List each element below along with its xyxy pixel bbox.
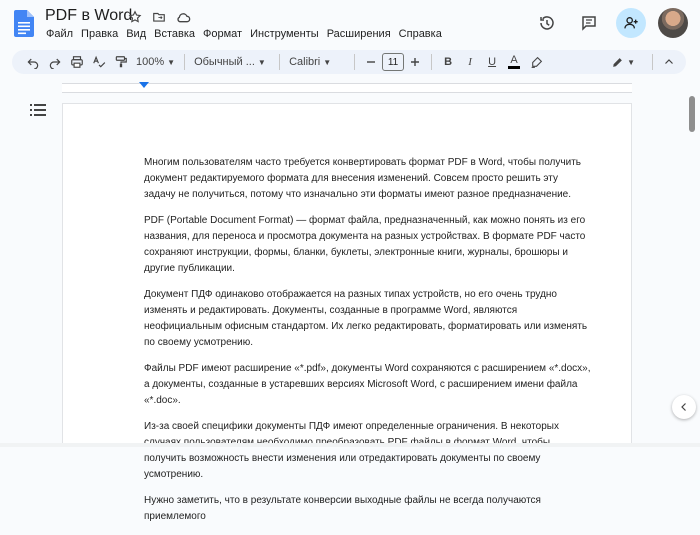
caret-down-icon: ▼	[167, 58, 175, 67]
italic-button[interactable]: I	[459, 51, 481, 73]
menu-view[interactable]: Вид	[122, 27, 150, 41]
ruler-area	[0, 78, 686, 98]
chevron-left-icon[interactable]	[672, 395, 696, 419]
scrollbar-thumb[interactable]	[689, 96, 695, 132]
highlight-icon[interactable]	[525, 51, 547, 73]
paragraph[interactable]: Многим пользователям часто требуется кон…	[144, 155, 592, 203]
editing-mode-select[interactable]: ▼	[607, 56, 639, 69]
comments-icon[interactable]	[574, 8, 604, 38]
menu-extensions[interactable]: Расширения	[323, 27, 395, 41]
menu-bar: Файл Правка Вид Вставка Формат Инструмен…	[42, 27, 446, 41]
spellcheck-icon[interactable]	[88, 51, 110, 73]
avatar[interactable]	[658, 8, 688, 38]
increase-font-size-button[interactable]	[404, 51, 426, 73]
editing-mode-icon	[611, 56, 624, 69]
redo-icon[interactable]	[44, 51, 66, 73]
font-select[interactable]: Calibri ▼	[285, 56, 349, 68]
font-size-input[interactable]: 11	[382, 53, 404, 71]
underline-button[interactable]: U	[481, 51, 503, 73]
style-select[interactable]: Обычный ... ▼	[190, 56, 274, 68]
document-title[interactable]: PDF в Word	[45, 7, 132, 25]
paragraph[interactable]: Файлы PDF имеют расширение «*.pdf», доку…	[144, 361, 592, 409]
menu-help[interactable]: Справка	[395, 27, 446, 41]
toolbar-divider	[184, 54, 185, 70]
bottom-strip	[0, 443, 700, 447]
zoom-value: 100%	[136, 56, 164, 68]
chevron-up-icon[interactable]	[658, 51, 680, 73]
indent-marker[interactable]	[139, 82, 149, 88]
print-icon[interactable]	[66, 51, 88, 73]
menu-format[interactable]: Формат	[199, 27, 246, 41]
paragraph[interactable]: Из-за своей специфики документы ПДФ имею…	[144, 419, 592, 483]
toolbar-divider	[279, 54, 280, 70]
caret-down-icon: ▼	[627, 58, 635, 67]
title-bar: PDF в Word Файл Правка Вид Вставка Форма…	[0, 0, 700, 46]
toolbar-divider	[354, 54, 355, 70]
toolbar: 100% ▼ Обычный ... ▼ Calibri ▼ 11 B I U …	[12, 50, 686, 74]
paint-format-icon[interactable]	[110, 51, 132, 73]
paragraph[interactable]: Документ ПДФ одинаково отображается на р…	[144, 287, 592, 351]
zoom-select[interactable]: 100% ▼	[132, 56, 179, 68]
toolbar-divider	[652, 54, 653, 70]
undo-icon[interactable]	[22, 51, 44, 73]
toolbar-divider	[431, 54, 432, 70]
caret-down-icon: ▼	[258, 58, 266, 67]
style-value: Обычный ...	[194, 56, 255, 68]
text-color-swatch	[508, 66, 520, 69]
document-body[interactable]: Многим пользователям часто требуется кон…	[144, 155, 592, 535]
star-icon[interactable]	[127, 9, 143, 25]
menu-insert[interactable]: Вставка	[150, 27, 199, 41]
cloud-saved-icon[interactable]	[175, 9, 191, 25]
text-color-letter: A	[510, 55, 517, 65]
menu-edit[interactable]: Правка	[77, 27, 122, 41]
history-icon[interactable]	[532, 8, 562, 38]
decrease-font-size-button[interactable]	[360, 51, 382, 73]
paragraph[interactable]: Нужно заметить, что в результате конверс…	[144, 493, 592, 525]
paragraph[interactable]: PDF (Portable Document Format) — формат …	[144, 213, 592, 277]
menu-tools[interactable]: Инструменты	[246, 27, 323, 41]
font-value: Calibri	[289, 56, 320, 68]
text-color-button[interactable]: A	[503, 51, 525, 73]
caret-down-icon: ▼	[323, 58, 331, 67]
vertical-scrollbar[interactable]	[686, 96, 700, 447]
menu-file[interactable]: Файл	[42, 27, 77, 41]
outline-icon[interactable]	[30, 104, 46, 116]
docs-logo-icon[interactable]	[14, 10, 34, 37]
move-folder-icon[interactable]	[151, 9, 167, 25]
bold-button[interactable]: B	[437, 51, 459, 73]
title-actions	[127, 9, 191, 25]
share-icon[interactable]	[616, 8, 646, 38]
top-right-actions	[532, 8, 688, 38]
